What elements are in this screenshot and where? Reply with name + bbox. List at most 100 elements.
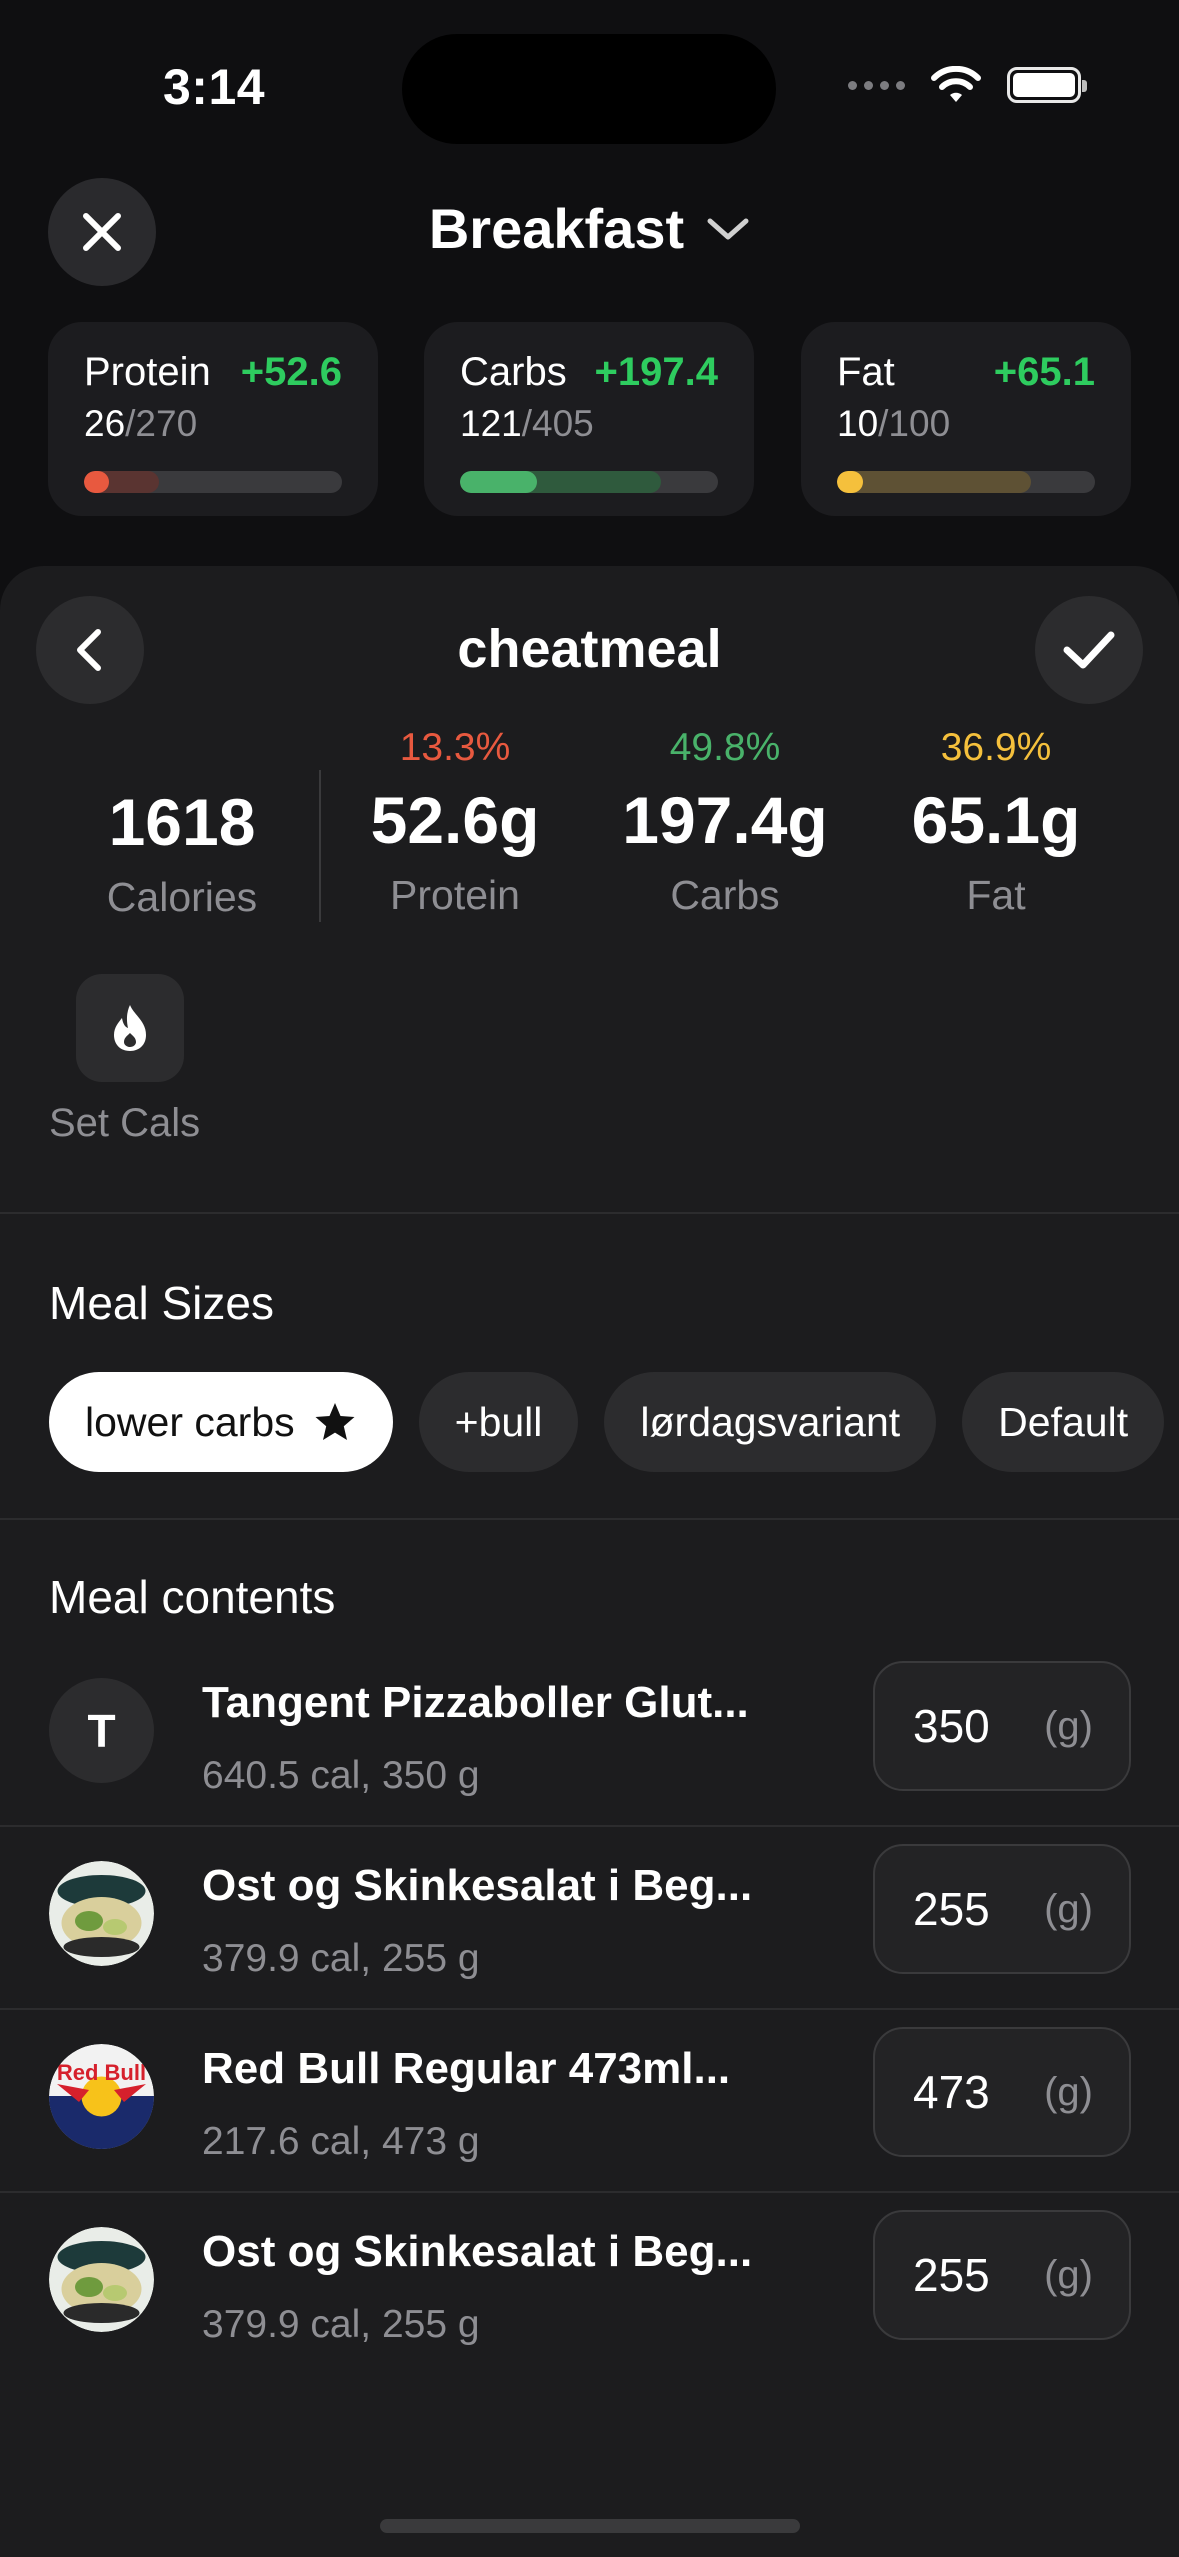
quantity-input[interactable]: 473 (g) xyxy=(873,2027,1131,2157)
macro-name: Carbs xyxy=(460,350,567,394)
page-title: Breakfast xyxy=(428,197,685,260)
meal-name: cheatmeal xyxy=(457,619,722,679)
food-calories: 379.9 cal, 255 g xyxy=(202,1937,480,1980)
list-item[interactable]: T Tangent Pizzaboller Glut... 640.5 cal,… xyxy=(0,1644,1179,1827)
quantity-value: 255 xyxy=(913,1883,990,1935)
chevron-down-icon xyxy=(707,218,749,239)
food-calories: 640.5 cal, 350 g xyxy=(202,1754,480,1797)
protein-progress-bar xyxy=(84,471,342,493)
protein-summary-card: Protein +52.6 26/270 xyxy=(48,322,378,516)
meal-size-chip-lordagsvariant[interactable]: lørdagsvariant xyxy=(604,1372,937,1472)
macro-goal: /100 xyxy=(878,403,951,444)
set-cals-label: Set Cals xyxy=(49,1101,201,1145)
meal-contents-list: T Tangent Pizzaboller Glut... 640.5 cal,… xyxy=(0,1644,1179,2376)
macro-current: 26 xyxy=(84,403,126,444)
set-cals-button[interactable] xyxy=(76,974,184,1082)
status-time: 3:14 xyxy=(163,59,266,115)
food-thumbnail-salad xyxy=(49,2227,154,2332)
fat-summary-card: Fat +65.1 10/100 xyxy=(801,322,1131,516)
macro-delta: +52.6 xyxy=(240,350,342,394)
carbs-summary-card: Carbs +197.4 121/405 xyxy=(424,322,754,516)
list-item[interactable]: Ost og Skinkesalat i Beg... 379.9 cal, 2… xyxy=(0,1827,1179,2010)
status-icons xyxy=(848,66,1087,104)
confirm-button[interactable] xyxy=(1035,596,1143,704)
divider xyxy=(0,1212,1179,1214)
meal-sizes-title: Meal Sizes xyxy=(49,1277,274,1329)
meal-size-chip-lower-carbs[interactable]: lower carbs xyxy=(49,1372,393,1472)
quantity-unit: (g) xyxy=(1044,1886,1093,1931)
carbs-percent: 49.8% xyxy=(669,726,781,769)
quantity-input[interactable]: 350 (g) xyxy=(873,1661,1131,1791)
food-name: Ost og Skinkesalat i Beg... xyxy=(202,1861,753,1910)
meal-size-chip-default[interactable]: Default xyxy=(962,1372,1165,1472)
protein-stat: 13.3% 52.6g Protein xyxy=(335,726,575,919)
wifi-icon xyxy=(931,66,981,102)
food-name: Tangent Pizzaboller Glut... xyxy=(202,1678,749,1727)
cellular-signal-icon xyxy=(848,80,905,90)
fat-label: Fat xyxy=(966,872,1026,918)
meal-size-chips: lower carbs +bull lørdagsvariant Default xyxy=(49,1372,1165,1472)
quantity-value: 255 xyxy=(913,2249,990,2301)
protein-percent: 13.3% xyxy=(399,726,511,769)
meal-type-selector[interactable]: Breakfast xyxy=(0,196,1179,261)
quantity-value: 350 xyxy=(913,1700,990,1752)
protein-label: Protein xyxy=(390,872,520,918)
food-calories: 379.9 cal, 255 g xyxy=(202,2303,480,2346)
carbs-progress-bar xyxy=(460,471,718,493)
meal-size-chip-bull[interactable]: +bull xyxy=(418,1372,579,1472)
fat-stat: 36.9% 65.1g Fat xyxy=(878,726,1114,919)
redbull-logo-text: Red Bull xyxy=(57,2060,146,2085)
star-icon xyxy=(315,1403,355,1440)
list-item[interactable]: Ost og Skinkesalat i Beg... 379.9 cal, 2… xyxy=(0,2193,1179,2376)
food-name: Ost og Skinkesalat i Beg... xyxy=(202,2227,753,2276)
food-name: Red Bull Regular 473ml... xyxy=(202,2044,731,2093)
meal-contents-title: Meal contents xyxy=(49,1571,336,1623)
food-calories: 217.6 cal, 473 g xyxy=(202,2120,480,2163)
protein-value: 52.6g xyxy=(370,783,540,857)
macro-name: Fat xyxy=(837,350,895,394)
food-thumbnail-redbull: Red Bull xyxy=(49,2044,154,2149)
macro-goal: /270 xyxy=(125,403,198,444)
food-avatar: T xyxy=(49,1678,154,1783)
meal-detail-sheet: cheatmeal 1618 Calories 13.3% 52.6g Prot… xyxy=(0,566,1179,2557)
stat-divider xyxy=(319,770,321,922)
macro-goal: /405 xyxy=(521,403,594,444)
fat-value: 65.1g xyxy=(911,783,1081,857)
avatar-letter: T xyxy=(87,1704,116,1757)
list-item[interactable]: Red Bull Red Bull Regular 473ml... 217.6… xyxy=(0,2010,1179,2193)
carbs-label: Carbs xyxy=(670,872,780,918)
flame-icon xyxy=(114,1005,146,1051)
carbs-value: 197.4g xyxy=(622,783,828,857)
quantity-input[interactable]: 255 (g) xyxy=(873,1844,1131,1974)
macro-name: Protein xyxy=(84,350,211,394)
macro-delta: +197.4 xyxy=(594,350,718,394)
fat-percent: 36.9% xyxy=(940,726,1052,769)
quantity-input[interactable]: 255 (g) xyxy=(873,2210,1131,2340)
home-indicator xyxy=(380,2519,800,2533)
salad-image-icon xyxy=(49,2227,154,2332)
divider xyxy=(0,1518,1179,1520)
chip-label: +bull xyxy=(454,1398,543,1445)
chip-label: Default xyxy=(998,1398,1129,1445)
checkmark-icon xyxy=(1063,631,1115,669)
screen: 3:14 Breakfast Protein +52.6 26/270 Carbs… xyxy=(0,0,1179,2557)
calories-label: Calories xyxy=(106,874,258,920)
macro-delta: +65.1 xyxy=(993,350,1095,394)
quantity-value: 473 xyxy=(913,2066,990,2118)
calories-stat: 1618 Calories xyxy=(60,774,304,921)
fat-progress-bar xyxy=(837,471,1095,493)
redbull-can-image-icon: Red Bull xyxy=(49,2044,154,2149)
calories-value: 1618 xyxy=(108,785,256,859)
food-thumbnail-salad xyxy=(49,1861,154,1966)
battery-icon xyxy=(1007,67,1087,103)
quantity-unit: (g) xyxy=(1044,1703,1093,1748)
macro-current: 121 xyxy=(460,403,522,444)
quantity-unit: (g) xyxy=(1044,2069,1093,2114)
chip-label: lørdagsvariant xyxy=(640,1398,901,1445)
macro-current: 10 xyxy=(837,403,879,444)
dynamic-island xyxy=(402,34,776,144)
salad-image-icon xyxy=(49,1861,154,1966)
carbs-stat: 49.8% 197.4g Carbs xyxy=(600,726,850,919)
chip-label: lower carbs xyxy=(85,1398,295,1445)
quantity-unit: (g) xyxy=(1044,2252,1093,2297)
